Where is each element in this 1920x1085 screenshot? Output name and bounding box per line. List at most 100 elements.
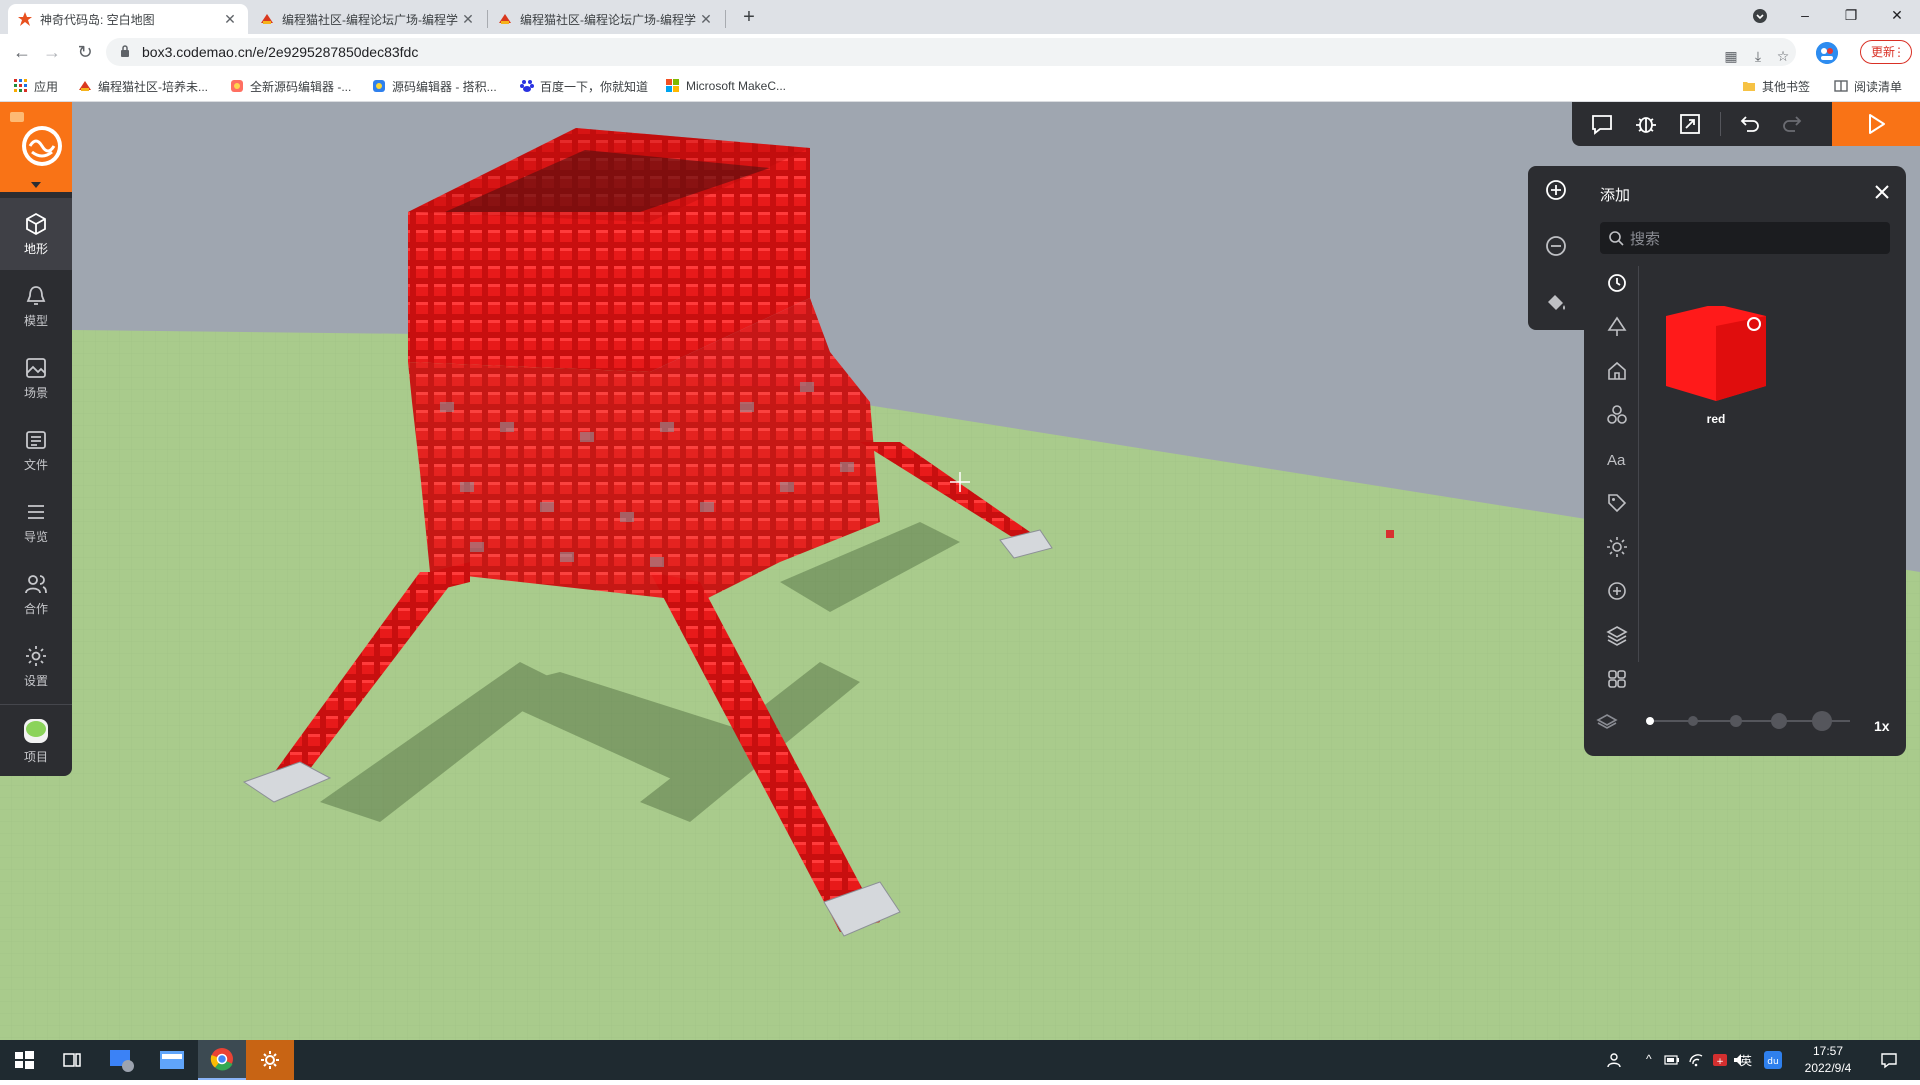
ime-indicator[interactable]: 英 xyxy=(1740,1052,1752,1069)
url-text: box3.codemao.cn/e/2e9295287850dec83fdc xyxy=(142,44,419,60)
layers-icon[interactable] xyxy=(1606,624,1628,646)
grid-icon[interactable] xyxy=(1606,668,1628,690)
close-icon[interactable] xyxy=(1872,182,1892,202)
sidebar-item-terrain[interactable]: 地形 xyxy=(0,198,72,270)
baidu-icon xyxy=(520,80,534,92)
text-icon[interactable]: Aa xyxy=(1606,448,1628,470)
bookmark-label: 百度一下，你就知道 xyxy=(540,79,649,94)
brush-size-slider[interactable] xyxy=(1596,706,1896,736)
fullscreen-icon[interactable] xyxy=(1678,112,1702,136)
other-bookmarks[interactable]: 其他书签 xyxy=(1742,77,1810,95)
wifi-icon[interactable] xyxy=(1688,1052,1704,1068)
bookmark-microsoft[interactable]: Microsoft MakeC... xyxy=(666,77,786,95)
gear-icon xyxy=(26,646,46,666)
slider-track[interactable] xyxy=(1640,706,1860,736)
add-block-icon[interactable] xyxy=(1544,178,1568,202)
category-list: Aa xyxy=(1594,266,1639,688)
app-logo[interactable] xyxy=(0,102,72,192)
security-icon[interactable]: + xyxy=(1712,1052,1728,1068)
chrome-taskbar-button[interactable] xyxy=(198,1040,246,1080)
reading-list[interactable]: 阅读清单 xyxy=(1834,77,1902,95)
star-icon[interactable]: ☆ xyxy=(1774,47,1792,65)
slider-step[interactable] xyxy=(1688,716,1698,726)
bookmark-editor[interactable]: 源码编辑器 - 搭积... xyxy=(372,77,497,95)
history-icon[interactable] xyxy=(1606,272,1628,294)
settings-taskbar-button[interactable] xyxy=(246,1040,294,1080)
slider-step[interactable] xyxy=(1730,715,1742,727)
qr-code-icon[interactable]: ▦ xyxy=(1722,47,1740,65)
new-tab-button[interactable]: + xyxy=(737,5,761,29)
tab-close-icon[interactable]: ✕ xyxy=(698,11,714,28)
address-bar[interactable]: box3.codemao.cn/e/2e9295287850dec83fdc ▦… xyxy=(106,38,1796,66)
notification-icon[interactable] xyxy=(1880,1051,1898,1069)
undo-icon[interactable] xyxy=(1738,112,1762,136)
house-icon[interactable] xyxy=(1606,360,1628,382)
people-icon[interactable] xyxy=(1606,1051,1624,1069)
slider-step[interactable] xyxy=(1646,717,1654,725)
bookmark-baidu[interactable]: 百度一下，你就知道 xyxy=(520,77,648,95)
bookmark-apps[interactable]: 应用 xyxy=(14,77,58,95)
tab-close-icon[interactable]: ✕ xyxy=(460,11,476,28)
restore-button[interactable]: ❐ xyxy=(1828,0,1874,30)
minimize-button[interactable]: – xyxy=(1782,0,1828,30)
microsoft-icon xyxy=(666,79,679,92)
image-icon xyxy=(26,358,46,378)
tab-active[interactable]: 神奇代码岛: 空白地图 ✕ xyxy=(8,4,248,34)
tab-forum-2[interactable]: 编程猫社区-编程论坛广场-编程学 ✕ xyxy=(488,4,724,34)
bookmark-codemao[interactable]: 编程猫社区-培养未... xyxy=(78,77,208,95)
taskbar: ^ + 英 du 17:57 2022/9/4 xyxy=(0,1040,1920,1080)
remove-block-icon[interactable] xyxy=(1544,234,1568,258)
bug-icon[interactable] xyxy=(1634,112,1658,136)
tab-forum-1[interactable]: 编程猫社区-编程论坛广场-编程学 ✕ xyxy=(250,4,486,34)
redo-icon[interactable] xyxy=(1780,112,1804,136)
folder-icon xyxy=(1743,82,1755,91)
windows-start-icon[interactable] xyxy=(0,1040,48,1080)
comment-icon[interactable] xyxy=(1590,112,1614,136)
tab-close-icon[interactable]: ✕ xyxy=(222,11,238,28)
slider-step[interactable] xyxy=(1812,711,1832,731)
sidebar-item-guide[interactable]: 导览 xyxy=(0,486,72,558)
tab-search-icon[interactable] xyxy=(1752,8,1768,24)
toolbar-divider xyxy=(1720,112,1721,136)
forward-button[interactable]: → xyxy=(42,42,62,62)
sidebar-item-scene[interactable]: 场景 xyxy=(0,342,72,414)
avatar[interactable] xyxy=(1816,42,1838,64)
update-button[interactable]: 更新 ⋮ xyxy=(1860,40,1912,64)
sidebar-item-label: 导览 xyxy=(23,530,48,544)
sidebar-item-cooperate[interactable]: 合作 xyxy=(0,558,72,630)
search-input[interactable] xyxy=(1628,226,1882,252)
tag-icon[interactable] xyxy=(1606,492,1628,514)
back-button[interactable]: ← xyxy=(12,42,32,62)
shapes-icon[interactable] xyxy=(1606,404,1628,426)
app-window-icon[interactable] xyxy=(148,1040,196,1080)
search-box[interactable] xyxy=(1600,222,1890,254)
close-window-button[interactable]: ✕ xyxy=(1874,0,1920,30)
sidebar-item-file[interactable]: 文件 xyxy=(0,414,72,486)
reload-button[interactable]: ↻ xyxy=(75,42,95,62)
system-clock[interactable]: 17:57 2022/9/4 xyxy=(1786,1043,1870,1077)
bookmark-label: Microsoft MakeC... xyxy=(686,79,787,93)
bookmark-label: 编程猫社区-培养未... xyxy=(98,79,208,94)
tray-expand-icon[interactable]: ^ xyxy=(1646,1052,1652,1066)
sidebar-item-settings[interactable]: 设置 xyxy=(0,630,72,702)
light-icon[interactable] xyxy=(1606,536,1628,558)
tree-icon[interactable] xyxy=(1606,316,1628,338)
red-block-thumbnail xyxy=(1666,304,1766,401)
baidu-input-icon[interactable]: du xyxy=(1764,1051,1782,1069)
paint-bucket-icon[interactable] xyxy=(1544,290,1568,314)
sidebar-item-project[interactable]: 项目 xyxy=(0,704,72,776)
run-button[interactable] xyxy=(1832,102,1920,146)
codemao-icon xyxy=(261,14,273,24)
bookmark-new-editor[interactable]: 全新源码编辑器 -... xyxy=(230,77,351,95)
file-icon xyxy=(26,431,46,449)
zoom-label[interactable]: 1x xyxy=(1874,718,1890,734)
browser-toolbar: ← → ↻ box3.codemao.cn/e/2e9295287850dec8… xyxy=(0,34,1920,70)
plus-circle-icon[interactable] xyxy=(1606,580,1628,602)
sidebar-item-model[interactable]: 模型 xyxy=(0,270,72,342)
task-view-icon[interactable] xyxy=(48,1040,96,1080)
slider-step[interactable] xyxy=(1771,713,1787,729)
app-computer-icon[interactable] xyxy=(98,1040,146,1080)
block-red[interactable] xyxy=(1656,304,1776,426)
bookmark-label: 应用 xyxy=(34,79,59,94)
install-icon[interactable]: ⤓ xyxy=(1749,47,1767,65)
